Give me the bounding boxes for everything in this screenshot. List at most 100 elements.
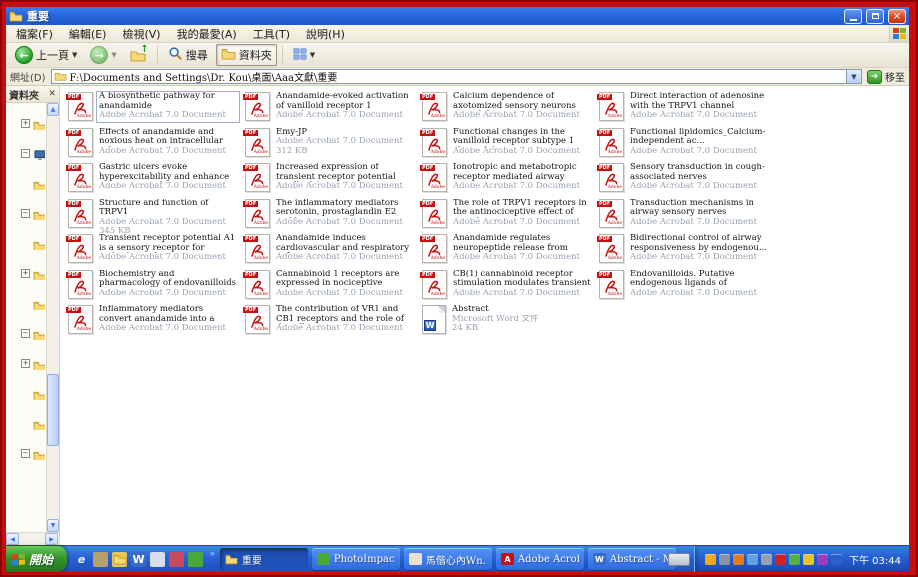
pdf-file-icon: PDFAdobe: [68, 128, 93, 157]
scrollbar-thumb[interactable]: [47, 374, 59, 446]
file-item[interactable]: PDFAdobeBidirectional control of airway …: [597, 233, 774, 269]
file-item[interactable]: PDFAdobeFunctional changes in the vanill…: [420, 127, 597, 163]
expand-icon[interactable]: +: [21, 359, 30, 368]
task-button[interactable]: AAdobe Acroba...: [496, 548, 584, 570]
file-item[interactable]: PDFAdobeEmy-JPAdobe Acrobat 7.0 Document…: [243, 127, 420, 163]
antivirus-icon[interactable]: [775, 554, 786, 565]
expand-icon[interactable]: +: [21, 119, 30, 128]
collapse-icon[interactable]: −: [21, 149, 30, 158]
volume-icon[interactable]: [747, 554, 758, 565]
tree-item[interactable]: [6, 168, 46, 198]
tree-item[interactable]: [6, 378, 46, 408]
word-icon[interactable]: W: [131, 552, 146, 567]
scroll-down-icon[interactable]: ▼: [47, 519, 59, 532]
tree-horizontal-scrollbar[interactable]: ◀ ▶: [6, 532, 59, 545]
expand-icon[interactable]: +: [21, 269, 30, 278]
collapse-icon[interactable]: −: [21, 209, 30, 218]
task-button[interactable]: WAbstract - Mic...: [588, 548, 676, 570]
grid-app-icon[interactable]: [169, 552, 184, 567]
file-item[interactable]: PDFAdobeSensory transduction in cough-as…: [597, 162, 774, 198]
file-item[interactable]: PDFAdobeFunctional lipidomics_Calcium-in…: [597, 127, 774, 163]
meter-icon[interactable]: [803, 554, 814, 565]
ie-icon[interactable]: e: [74, 552, 89, 567]
back-dropdown-icon[interactable]: ▼: [72, 51, 77, 59]
file-item[interactable]: PDFAdobeAnandamide regulates neuropeptid…: [420, 233, 597, 269]
search-button[interactable]: 搜尋: [163, 43, 213, 67]
menu-item-2[interactable]: 檢視(V): [114, 25, 168, 43]
back-button[interactable]: ← 上一頁 ▼: [10, 43, 82, 67]
minimize-button[interactable]: [844, 9, 862, 24]
tree-item[interactable]: −: [6, 138, 46, 168]
file-item[interactable]: PDFAdobeTransient receptor potential A1 …: [66, 233, 243, 269]
scroll-up-icon[interactable]: ▲: [47, 103, 59, 116]
close-button[interactable]: ×: [888, 9, 906, 24]
views-dropdown-icon[interactable]: ▼: [310, 51, 315, 59]
go-button[interactable]: ➜ 移至: [867, 69, 905, 84]
tree-item[interactable]: [6, 228, 46, 258]
file-item[interactable]: PDFAdobeThe contribution of VR1 and CB1 …: [243, 304, 420, 340]
file-item[interactable]: PDFAdobeEffects of anandamide and noxiou…: [66, 127, 243, 163]
tree-item[interactable]: [6, 288, 46, 318]
forward-button[interactable]: → ▼: [85, 43, 121, 67]
show-desktop-icon[interactable]: [93, 552, 108, 567]
file-item[interactable]: PDFAdobeBiochemistry and pharmacology of…: [66, 269, 243, 305]
tree-item[interactable]: [6, 408, 46, 438]
menu-item-3[interactable]: 我的最愛(A): [169, 25, 245, 43]
tree-item[interactable]: −: [6, 198, 46, 228]
messenger-buddy-icon[interactable]: [789, 554, 800, 565]
file-item[interactable]: PDFAdobeThe role of TRPV1 receptors in t…: [420, 198, 597, 234]
task-button[interactable]: 重要: [220, 548, 308, 570]
msn-icon[interactable]: [831, 554, 842, 565]
views-button[interactable]: ▼: [288, 44, 320, 67]
tree-item[interactable]: +: [6, 258, 46, 288]
start-button[interactable]: 開始: [6, 546, 67, 572]
ribbon-icon[interactable]: [817, 554, 828, 565]
file-item[interactable]: PDFAdobeAnandamide induces cardiovascula…: [243, 233, 420, 269]
update-icon[interactable]: [733, 554, 744, 565]
file-item[interactable]: PDFAdobeIncreased expression of transien…: [243, 162, 420, 198]
file-item[interactable]: WAbstractMicrosoft Word 文件24 KB: [420, 304, 597, 340]
collapse-icon[interactable]: −: [21, 329, 30, 338]
network-icon[interactable]: [761, 554, 772, 565]
scroll-left-icon[interactable]: ◀: [6, 533, 19, 545]
photoimpact-icon[interactable]: [188, 552, 203, 567]
tree-item[interactable]: −: [6, 318, 46, 348]
file-item[interactable]: PDFAdobeCalcium dependence of axotomized…: [420, 91, 597, 127]
file-item[interactable]: PDFAdobeIonotropic and metabotropic rece…: [420, 162, 597, 198]
address-dropdown-icon[interactable]: ▼: [846, 70, 861, 83]
file-item[interactable]: PDFAdobeDirect interaction of adenosine …: [597, 91, 774, 127]
tree-item[interactable]: +: [6, 348, 46, 378]
file-item[interactable]: PDFAdobeA biosynthetic pathway for anand…: [66, 91, 243, 127]
menu-item-0[interactable]: 檔案(F): [8, 25, 61, 43]
scroll-right-icon[interactable]: ▶: [45, 533, 58, 545]
file-item[interactable]: PDFAdobeCB(1) cannabinoid receptor stimu…: [420, 269, 597, 305]
task-button[interactable]: 馬偕心內Wn...: [404, 548, 492, 570]
folders-button[interactable]: 資料夾: [216, 44, 277, 66]
folders-pane-close-icon[interactable]: ✕: [48, 89, 56, 99]
file-item[interactable]: PDFAdobeThe inflammatory mediators serot…: [243, 198, 420, 234]
language-bar-icon[interactable]: [668, 553, 690, 566]
forward-dropdown-icon[interactable]: ▼: [111, 51, 116, 59]
restore-button[interactable]: [866, 9, 884, 24]
up-button[interactable]: ↑: [125, 45, 152, 66]
file-item[interactable]: PDFAdobeStructure and function of TRPV1A…: [66, 198, 243, 234]
tree-item[interactable]: +: [6, 108, 46, 138]
collapse-icon[interactable]: −: [21, 449, 30, 458]
document-icon[interactable]: [150, 552, 165, 567]
tree-vertical-scrollbar[interactable]: ▲ ▼: [46, 103, 59, 532]
file-item[interactable]: PDFAdobeCannabinoid 1 receptors are expr…: [243, 269, 420, 305]
address-input[interactable]: F:\Documents and Settings\Dr. Kou\桌面\Aaa…: [51, 69, 862, 84]
task-button[interactable]: PhotoImpact -...: [312, 548, 400, 570]
menu-item-1[interactable]: 編輯(E): [61, 25, 115, 43]
menu-item-5[interactable]: 說明(H): [298, 25, 353, 43]
folder-icon[interactable]: [112, 552, 127, 567]
menu-item-4[interactable]: 工具(T): [245, 25, 298, 43]
file-item[interactable]: PDFAdobeInflammatory mediators convert a…: [66, 304, 243, 340]
dialer-icon[interactable]: [719, 554, 730, 565]
security-shield-icon[interactable]: [705, 554, 716, 565]
tree-item[interactable]: −: [6, 438, 46, 468]
file-item[interactable]: PDFAdobeTransduction mechanisms in airwa…: [597, 198, 774, 234]
file-item[interactable]: PDFAdobeAnandamide-evoked activation of …: [243, 91, 420, 127]
file-item[interactable]: PDFAdobeGastric ulcers evoke hyperexcita…: [66, 162, 243, 198]
file-item[interactable]: PDFAdobeEndovanilloids. Putative endogen…: [597, 269, 774, 305]
